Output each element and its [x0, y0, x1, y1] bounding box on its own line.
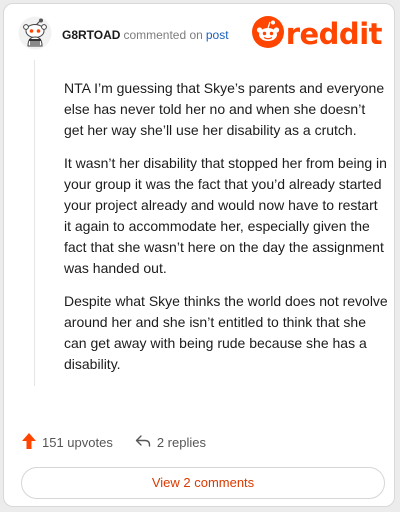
commented-on-text: commented on — [123, 28, 203, 42]
upvote-arrow-icon — [22, 432, 42, 452]
post-link[interactable]: post — [206, 28, 229, 42]
view-comments-button[interactable]: View 2 comments — [21, 467, 385, 499]
thread-line[interactable] — [34, 60, 35, 386]
reddit-snoo-icon — [251, 15, 284, 53]
comment-footer: 151 upvotes 2 replies — [22, 432, 206, 452]
reddit-logo: reddit — [251, 15, 383, 53]
replies-button[interactable]: 2 replies — [135, 434, 206, 451]
comment-paragraph: NTA I’m guessing that Skye’s parents and… — [64, 80, 385, 138]
comment-paragraph: Despite what Skye thinks the world does … — [64, 293, 388, 372]
reply-count: 2 replies — [156, 434, 206, 450]
upvote-button[interactable]: 151 upvotes — [22, 432, 113, 452]
upvote-count: 151 upvotes — [42, 434, 113, 450]
commenter-line: G8RTOAD commented on post — [62, 28, 229, 42]
comment-header: G8RTOAD commented on post reddit — [16, 14, 383, 54]
comment-card: G8RTOAD commented on post reddit NTA I’m… — [3, 3, 395, 507]
comment-body: NTA I’m guessing that Skye’s parents and… — [64, 78, 388, 387]
reddit-wordmark: reddit — [285, 17, 383, 51]
reply-arrow-icon — [135, 434, 157, 451]
username[interactable]: G8RTOAD — [62, 28, 120, 42]
snoo-avatar-icon[interactable] — [18, 16, 52, 50]
comment-paragraph: It wasn’t her disability that stopped he… — [64, 155, 387, 276]
